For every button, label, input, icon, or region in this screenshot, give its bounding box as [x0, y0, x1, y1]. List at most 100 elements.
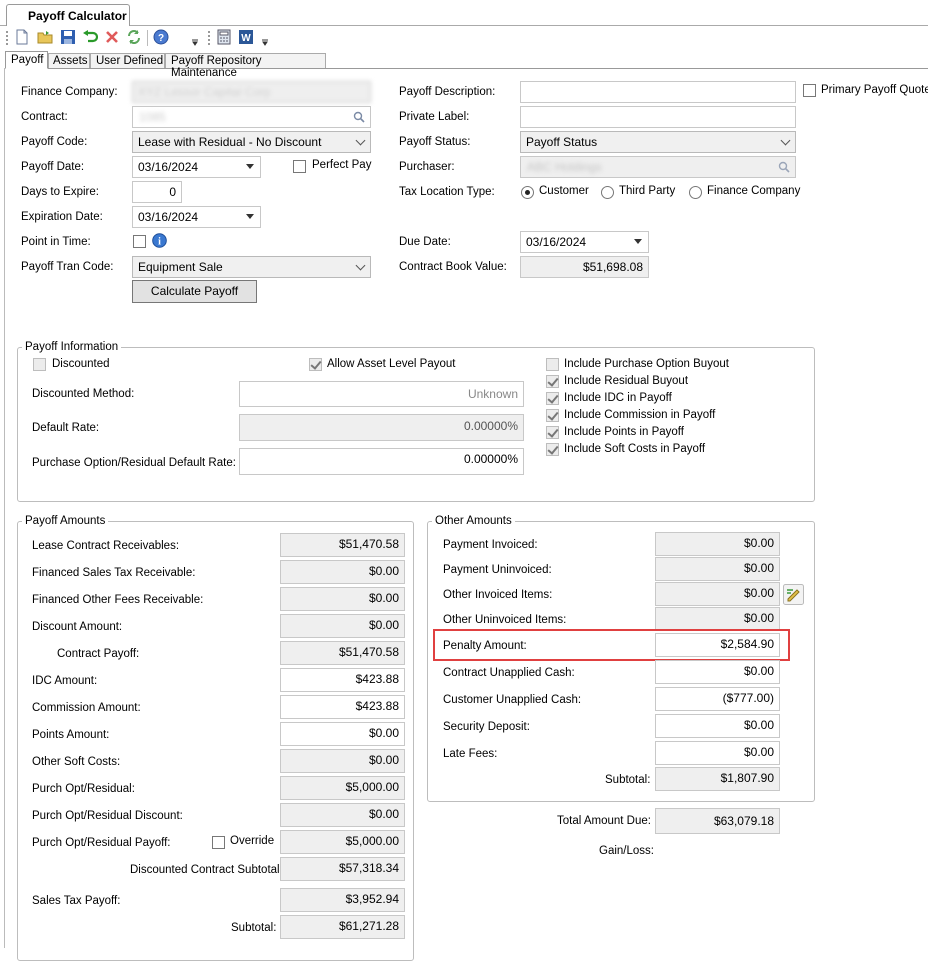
default-rate-field: 0.00000%: [239, 414, 524, 441]
tax-location-customer-label: Customer: [539, 185, 589, 197]
customer-unapplied-cash-input[interactable]: ($777.00): [655, 687, 780, 711]
tab-payoff-repository-maintenance[interactable]: Payoff Repository Maintenance: [165, 53, 326, 79]
amount-label: Late Fees:: [443, 748, 498, 760]
include-residual-buyout-checkbox[interactable]: [546, 375, 559, 388]
tab-assets-label: Assets: [53, 55, 88, 67]
toolbar-overflow-icon[interactable]: [191, 38, 199, 46]
refresh-icon[interactable]: [126, 29, 142, 45]
total-amount-due-label: Total Amount Due:: [557, 815, 651, 827]
security-deposit-input[interactable]: $0.00: [655, 714, 780, 738]
payoff-tran-code-select[interactable]: Equipment Sale: [132, 256, 371, 278]
new-document-icon[interactable]: [14, 29, 30, 45]
open-folder-icon[interactable]: [37, 29, 53, 45]
expiration-date-picker[interactable]: 03/16/2024: [132, 206, 261, 228]
dropdown-arrow-icon[interactable]: [246, 214, 254, 219]
amount-label: Other Invoiced Items:: [443, 589, 553, 601]
toolbar-grip-icon: [6, 31, 8, 45]
tax-location-third-party-label: Third Party: [619, 185, 676, 197]
include-purchase-option-buyout-checkbox[interactable]: [546, 358, 559, 371]
private-label-input[interactable]: [520, 106, 796, 128]
sales-tax-payoff-field: $3,952.94: [280, 888, 405, 912]
contract-field[interactable]: 1085: [132, 106, 371, 128]
perfect-pay-label: Perfect Pay: [312, 159, 372, 171]
search-icon[interactable]: [353, 111, 365, 123]
dropdown-arrow-icon[interactable]: [634, 239, 642, 244]
purch-opt-residual-payoff-field: $5,000.00: [280, 830, 405, 854]
chevron-down-icon: [780, 135, 791, 146]
include-commission-checkbox[interactable]: [546, 409, 559, 422]
save-icon[interactable]: [60, 29, 76, 45]
point-in-time-checkbox[interactable]: [133, 235, 146, 248]
payoff-code-value: Lease with Residual - No Discount: [138, 135, 322, 149]
tab-payoff-repository-label: Payoff Repository Maintenance: [171, 55, 262, 79]
payment-invoiced-field: $0.00: [655, 532, 780, 556]
expiration-date-label: Expiration Date:: [21, 211, 103, 223]
delete-icon[interactable]: [104, 29, 120, 45]
payoff-description-input[interactable]: [520, 81, 796, 103]
finance-company-label: Finance Company:: [21, 86, 118, 98]
lease-contract-receivables-field: $51,470.58: [280, 533, 405, 557]
amount-label: Subtotal:: [231, 922, 277, 934]
amount-label: Contract Unapplied Cash:: [443, 667, 575, 679]
purchaser-field[interactable]: ABC Holdings: [520, 156, 796, 178]
points-amount-input[interactable]: $0.00: [280, 722, 405, 746]
tax-location-type-label: Tax Location Type:: [399, 186, 495, 198]
undo-icon[interactable]: [82, 29, 98, 45]
days-to-expire-label: Days to Expire:: [21, 186, 99, 198]
dropdown-arrow-icon[interactable]: [246, 164, 254, 169]
amount-label: IDC Amount:: [32, 675, 98, 687]
perfect-pay-checkbox[interactable]: [293, 160, 306, 173]
discounted-checkbox[interactable]: [33, 358, 46, 371]
tax-location-finance-company-radio[interactable]: [689, 186, 702, 199]
search-icon[interactable]: [778, 161, 790, 173]
idc-amount-input[interactable]: $423.88: [280, 668, 405, 692]
primary-payoff-quote-checkbox[interactable]: [803, 84, 816, 97]
tab-payoff[interactable]: Payoff: [5, 51, 48, 69]
word-export-icon[interactable]: W: [238, 29, 254, 45]
calculator-icon[interactable]: [216, 29, 232, 45]
payoff-code-select[interactable]: Lease with Residual - No Discount: [132, 131, 371, 153]
purchaser-value: ABC Holdings: [527, 160, 602, 174]
contract-book-value-label: Contract Book Value:: [399, 261, 507, 273]
payment-uninvoiced-field: $0.00: [655, 557, 780, 581]
late-fees-input[interactable]: $0.00: [655, 741, 780, 765]
amount-label: Financed Other Fees Receivable:: [32, 594, 204, 606]
due-date-picker[interactable]: 03/16/2024: [520, 231, 649, 253]
toolbar-grip-icon: [208, 31, 210, 45]
purchase-option-default-rate-input[interactable]: 0.00000%: [239, 448, 524, 475]
window-tab-payoff-calculator[interactable]: Payoff Calculator: [6, 4, 130, 27]
allow-asset-level-payout-label: Allow Asset Level Payout: [327, 358, 456, 370]
allow-asset-level-payout-checkbox[interactable]: [309, 358, 322, 371]
chevron-down-icon: [355, 135, 366, 146]
financed-sales-tax-field: $0.00: [280, 560, 405, 584]
tab-user-defined[interactable]: User Defined: [90, 53, 165, 68]
calculate-payoff-button[interactable]: Calculate Payoff: [132, 280, 257, 303]
tax-location-customer-radio[interactable]: [521, 186, 534, 199]
payoff-status-label: Payoff Status:: [399, 136, 471, 148]
edit-items-icon[interactable]: [783, 584, 804, 605]
payoff-date-picker[interactable]: 03/16/2024: [132, 156, 261, 178]
contract-unapplied-cash-input[interactable]: $0.00: [655, 660, 780, 684]
finance-company-field[interactable]: XYZ Lessor Capital Corp: [132, 81, 371, 103]
days-to-expire-input[interactable]: 0: [132, 181, 182, 203]
payoff-status-value: Payoff Status: [526, 135, 598, 149]
override-checkbox[interactable]: [212, 836, 225, 849]
info-icon[interactable]: i: [152, 233, 167, 248]
amount-label: Customer Unapplied Cash:: [443, 694, 582, 706]
toolbar-overflow-icon[interactable]: [261, 38, 269, 46]
amount-label: Subtotal:: [605, 774, 651, 786]
include-points-checkbox[interactable]: [546, 426, 559, 439]
other-amounts-title: Other Amounts: [432, 514, 515, 528]
primary-payoff-quote-label: Primary Payoff Quote: [821, 84, 928, 96]
commission-amount-input[interactable]: $423.88: [280, 695, 405, 719]
amount-label: Other Soft Costs:: [32, 756, 121, 768]
contract-payoff-field: $51,470.58: [280, 641, 405, 665]
tax-location-third-party-radio[interactable]: [601, 186, 614, 199]
include-soft-costs-checkbox[interactable]: [546, 443, 559, 456]
amount-label: Contract Payoff:: [57, 648, 140, 660]
payoff-date-label: Payoff Date:: [21, 161, 85, 173]
include-idc-checkbox[interactable]: [546, 392, 559, 405]
help-icon[interactable]: ?: [153, 29, 169, 45]
tab-assets[interactable]: Assets: [48, 53, 90, 68]
payoff-status-select[interactable]: Payoff Status: [520, 131, 796, 153]
